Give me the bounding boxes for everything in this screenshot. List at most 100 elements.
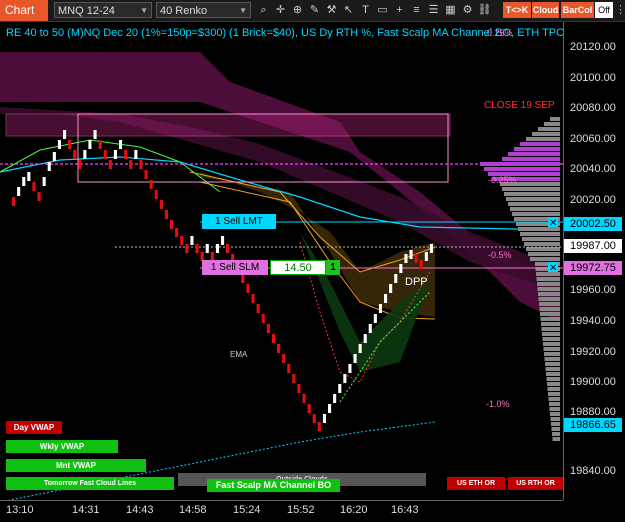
time-tick: 13:10 xyxy=(6,504,34,516)
mnt-vwap-button[interactable]: Mnt VWAP xyxy=(6,459,146,472)
volume-profile-bar xyxy=(484,167,560,171)
price-axis[interactable]: 20120.00 20100.00 20080.00 20060.00 2004… xyxy=(563,22,625,500)
price-tick: 20100.00 xyxy=(570,72,616,84)
price-tick: 19880.00 xyxy=(570,406,616,418)
renko-brick xyxy=(195,244,199,253)
last-price-tag: 19987.00 xyxy=(564,239,622,253)
renko-brick xyxy=(129,160,133,169)
price-tick: 19960.00 xyxy=(570,284,616,296)
volume-profile-bar xyxy=(508,152,560,156)
renko-brick xyxy=(287,364,291,373)
volume-profile-bar xyxy=(541,327,560,331)
renko-brick xyxy=(73,150,77,159)
sell-stop-price[interactable]: 14.50 xyxy=(270,260,326,275)
chevron-down-icon: ▼ xyxy=(140,6,148,15)
renko-brick xyxy=(47,162,51,171)
renko-brick xyxy=(12,197,16,206)
renko-brick xyxy=(338,384,342,393)
volume-profile-bar xyxy=(552,437,560,441)
instrument-selector[interactable]: MNQ 12-24 ▼ xyxy=(54,2,152,18)
renko-brick xyxy=(307,404,311,413)
low-price-tag: 19866.65 xyxy=(564,418,622,432)
barcol-toggle-button[interactable]: BarCol xyxy=(561,2,594,18)
time-tick: 16:20 xyxy=(340,504,368,516)
renko-brick xyxy=(17,187,21,196)
price-tick: 19940.00 xyxy=(570,315,616,327)
renko-brick xyxy=(409,250,413,259)
volume-profile-bar xyxy=(548,397,560,401)
us-eth-or-button[interactable]: US ETH OR xyxy=(447,477,505,490)
renko-brick xyxy=(251,294,255,303)
renko-brick xyxy=(180,236,184,245)
renko-brick xyxy=(113,150,117,159)
sell-limit-price-tag: 20002.50 xyxy=(564,217,622,231)
volume-profile-bar xyxy=(550,412,560,416)
renko-brick xyxy=(241,274,245,283)
ema-label: EMA xyxy=(230,350,248,359)
renko-brick xyxy=(414,254,418,263)
time-tick: 14:43 xyxy=(126,504,154,516)
menu-icon[interactable]: ☰ xyxy=(426,2,441,18)
fast-scalp-button[interactable]: Fast Scalp MA Channel BO xyxy=(207,479,340,492)
volume-profile-bar xyxy=(538,297,560,301)
volume-profile-bar xyxy=(541,322,560,326)
volume-profile-bar xyxy=(544,122,560,126)
renko-brick xyxy=(363,334,367,343)
renko-brick xyxy=(57,140,61,149)
layout-icon[interactable]: ▭ xyxy=(375,2,390,18)
volume-profile-bar xyxy=(546,372,560,376)
plus-icon[interactable]: + xyxy=(392,2,407,18)
renko-brick xyxy=(78,160,82,169)
pct-label: -0.25% xyxy=(488,175,517,185)
crosshair-icon[interactable]: ✛ xyxy=(273,2,288,18)
renko-brick xyxy=(312,414,316,423)
zoom-icon[interactable]: ⊕ xyxy=(290,2,305,18)
renko-brick xyxy=(68,140,72,149)
renko-brick xyxy=(22,177,26,186)
more-icon[interactable]: ⋮ xyxy=(615,2,625,18)
fast-cloud-button[interactable]: Tomorrow Fast Cloud Lines xyxy=(6,477,174,490)
period-selector[interactable]: 40 Renko ▼ xyxy=(156,2,251,18)
us-rth-or-button[interactable]: US RTH OR xyxy=(508,477,563,490)
tk-toggle-button[interactable]: T<>K xyxy=(503,2,531,18)
chart-tab[interactable]: Chart xyxy=(0,0,48,21)
volume-profile-bar xyxy=(502,187,560,191)
link-icon[interactable]: ⛓ xyxy=(477,2,492,18)
tools-icon[interactable]: ⚒ xyxy=(324,2,339,18)
renko-brick xyxy=(185,244,189,253)
volume-profile-bar xyxy=(532,132,560,136)
volume-profile-bar xyxy=(546,377,560,381)
renko-brick xyxy=(63,130,67,139)
draw-icon[interactable]: ✎ xyxy=(307,2,322,18)
instrument-label: MNQ 12-24 xyxy=(58,5,115,17)
wkly-vwap-button[interactable]: Wkly VWAP xyxy=(6,440,118,453)
sell-stop-order[interactable]: 1 Sell SLM xyxy=(202,260,268,275)
search-icon[interactable]: ⌕ xyxy=(256,2,271,18)
sell-stop-qty[interactable]: 1 xyxy=(326,260,340,275)
grid-icon[interactable]: ▦ xyxy=(443,2,458,18)
volume-profile-bar xyxy=(508,202,560,206)
renko-brick xyxy=(317,422,321,431)
sell-limit-order[interactable]: 1 Sell LMT xyxy=(202,214,276,229)
renko-brick xyxy=(83,150,87,159)
list-icon[interactable]: ≡ xyxy=(409,2,424,18)
volume-profile-bar xyxy=(512,212,560,216)
close-order-icon: ✕ xyxy=(549,218,557,229)
renko-brick xyxy=(144,170,148,179)
time-tick: 16:43 xyxy=(391,504,419,516)
renko-brick xyxy=(404,254,408,263)
cloud-toggle-button[interactable]: Cloud xyxy=(532,2,559,18)
off-toggle-button[interactable]: Off xyxy=(595,2,613,18)
price-tick: 19900.00 xyxy=(570,376,616,388)
renko-brick xyxy=(429,244,433,253)
renko-brick xyxy=(52,152,56,161)
volume-profile-bar xyxy=(544,357,560,361)
renko-brick xyxy=(175,228,179,237)
renko-brick xyxy=(164,210,168,219)
renko-brick xyxy=(170,220,174,229)
day-vwap-button[interactable]: Day VWAP xyxy=(6,421,62,434)
settings-icon[interactable]: ⚙ xyxy=(460,2,475,18)
time-axis[interactable]: 13:10 14:31 14:43 14:58 15:24 15:52 16:2… xyxy=(0,500,563,522)
cursor-icon[interactable]: ↖ xyxy=(341,2,356,18)
text-icon[interactable]: T xyxy=(358,2,373,18)
